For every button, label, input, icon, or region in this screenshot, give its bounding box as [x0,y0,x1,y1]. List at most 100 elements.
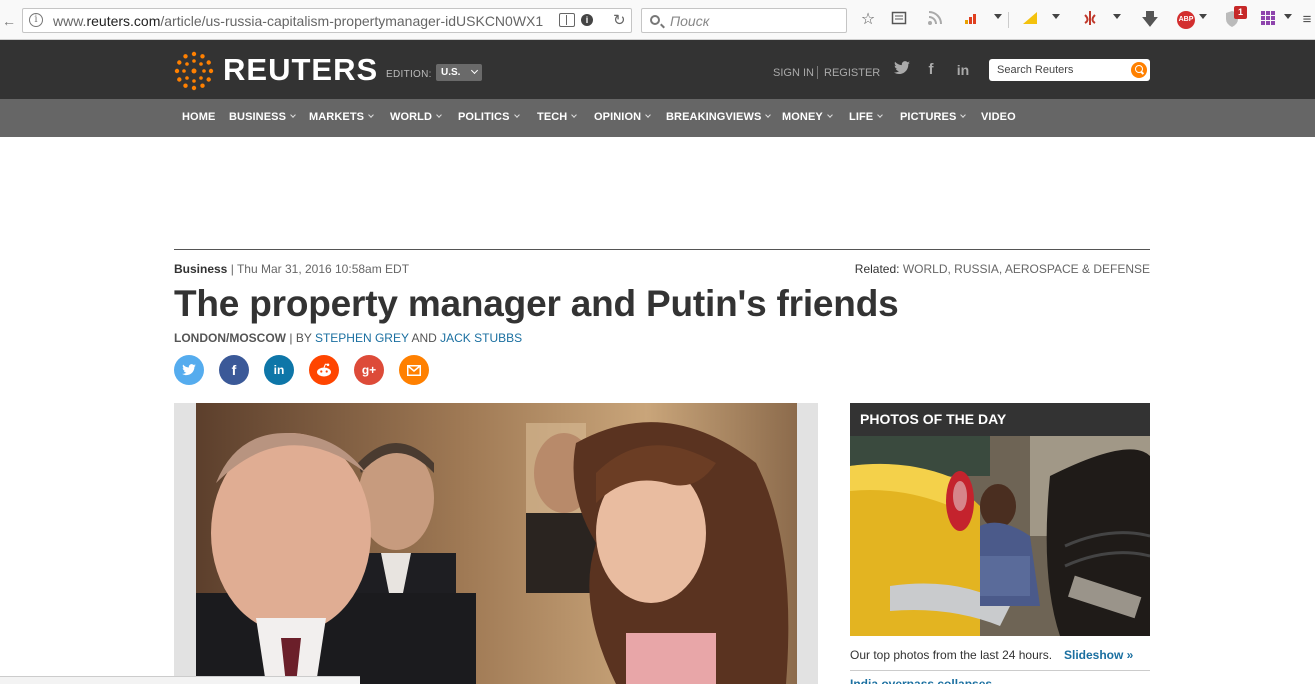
article-photo[interactable] [196,403,797,684]
chevron-down-icon [827,112,833,118]
back-arrow-icon[interactable]: ← [0,12,18,30]
nav-item-tech[interactable]: TECH [537,111,578,123]
rss-red-icon[interactable] [1080,10,1100,30]
info-badge-icon[interactable]: i [581,14,593,26]
adblock-icon[interactable]: ABP [1177,11,1195,29]
nav-item-markets[interactable]: MARKETS [309,111,374,123]
sidebar-next-link[interactable]: India overpass collapses [850,677,992,684]
chevron-down-icon [368,112,374,118]
article-top-rule [174,249,1150,250]
site-header: REUTERS EDITION: U.S. SIGN IN REGISTER f… [0,40,1315,99]
facebook-icon[interactable]: f [922,61,940,79]
toolbar-separator [1008,12,1009,28]
share-email-button[interactable] [399,355,429,385]
photos-caption: Our top photos from the last 24 hours. [850,648,1053,662]
chevron-down-icon [470,66,479,75]
share-linkedin-button[interactable]: in [264,355,294,385]
search-icon [650,15,660,25]
chevron-down-icon [960,112,967,118]
chevron-down-icon [436,112,442,118]
facebook-icon: f [231,362,237,378]
site-search-input[interactable] [989,59,1129,81]
nav-item-business[interactable]: BUSINESS [229,111,296,123]
register-link[interactable]: REGISTER [824,67,880,79]
reuters-logo-icon[interactable] [174,51,214,91]
chevron-down-icon[interactable] [1199,14,1207,19]
info-icon[interactable]: i [29,13,43,27]
linkedin-icon[interactable]: in [953,61,973,79]
grid-icon[interactable] [1260,10,1276,30]
related-topics-links[interactable]: WORLD, RUSSIA, AEROSPACE & DEFENSE [903,262,1150,276]
nav-item-politics[interactable]: POLITICS [458,111,520,123]
byline: LONDON/MOSCOW | BY STEPHEN GREY AND JACK… [174,331,523,345]
email-icon [407,365,421,376]
stats-yellow-icon[interactable] [1020,10,1040,30]
site-search-box [989,59,1150,81]
menu-icon[interactable]: ≡ [1300,10,1314,30]
search-icon[interactable] [1131,62,1147,78]
reload-icon[interactable]: ↻ [613,11,626,29]
nav-item-world[interactable]: WORLD [390,111,442,123]
browser-search-box[interactable]: Поиск [641,8,847,33]
main-nav: HOME BUSINESS MARKETS WORLD POLITICS TEC… [0,99,1315,137]
chevron-down-icon [645,112,651,118]
article-timestamp: Thu Mar 31, 2016 10:58am EDT [236,262,410,276]
twitter-icon [182,364,196,376]
dateline: LONDON/MOSCOW [174,331,286,345]
nav-item-breakingviews[interactable]: BREAKINGVIEWS [666,111,772,123]
address-bar[interactable]: i www.reuters.com/article/us-russia-capi… [22,8,632,33]
reader-view-icon[interactable] [559,13,575,27]
chevron-down-icon[interactable] [1052,14,1060,19]
reading-list-icon[interactable] [889,10,909,30]
author-link[interactable]: STEPHEN GREY [315,331,409,345]
linkedin-icon: in [273,363,285,377]
browser-search-placeholder: Поиск [670,13,710,29]
photos-of-the-day-image[interactable] [850,436,1150,636]
article-headline: The property manager and Putin's friends [174,283,899,324]
url-text[interactable]: www.reuters.com/article/us-russia-capita… [53,13,543,29]
rss-icon[interactable] [925,10,945,30]
nav-item-home[interactable]: HOME [182,111,215,123]
related-topics: Related: WORLD, RUSSIA, AEROSPACE & DEFE… [855,262,1150,276]
share-reddit-button[interactable] [309,355,339,385]
share-facebook-button[interactable]: f [219,355,249,385]
google-plus-icon: g+ [361,363,377,377]
nav-item-money[interactable]: MONEY [782,111,833,123]
download-icon[interactable]: 🡇 [1140,10,1160,30]
article-meta: Business | Thu Mar 31, 2016 10:58am EDT [174,262,410,276]
share-google-plus-button[interactable]: g+ [354,355,384,385]
chevron-down-icon[interactable] [1284,14,1292,19]
photos-of-the-day-title[interactable]: PHOTOS OF THE DAY [850,403,1150,436]
twitter-icon[interactable] [893,61,911,79]
nav-item-pictures[interactable]: PICTURES [900,111,967,123]
browser-toolbar: ← i www.reuters.com/article/us-russia-ca… [0,0,1315,40]
chevron-down-icon [765,112,772,118]
horizontal-scrollbar[interactable] [0,676,360,684]
stats-icon[interactable] [961,10,981,30]
nav-item-opinion[interactable]: OPINION [594,111,651,123]
reuters-wordmark[interactable]: REUTERS [223,52,378,88]
edition-value: U.S. [441,67,461,78]
section-link[interactable]: Business [174,262,227,276]
header-separator [817,66,818,79]
slideshow-link[interactable]: Slideshow » [1064,648,1133,662]
photos-of-the-day: PHOTOS OF THE DAY [850,403,1150,636]
article-photo-image [196,403,797,684]
shield-badge: 1 [1234,6,1247,19]
sign-in-link[interactable]: SIGN IN [773,67,814,79]
chevron-down-icon[interactable] [994,14,1002,19]
nav-item-video[interactable]: VIDEO [981,111,1016,123]
chevron-down-icon [877,112,884,118]
edition-select[interactable]: U.S. [436,64,482,81]
bookmark-star-icon[interactable]: ☆ [858,10,878,30]
chevron-down-icon [513,112,520,118]
chevron-down-icon[interactable] [1113,14,1121,19]
share-twitter-button[interactable] [174,355,204,385]
nav-item-life[interactable]: LIFE [849,111,884,123]
photo-of-the-day-image [850,436,1150,636]
reddit-icon [317,363,331,377]
author-link[interactable]: JACK STUBBS [440,331,522,345]
edition-label: EDITION: [386,69,432,80]
chevron-down-icon [290,112,296,118]
chevron-down-icon [571,112,578,118]
